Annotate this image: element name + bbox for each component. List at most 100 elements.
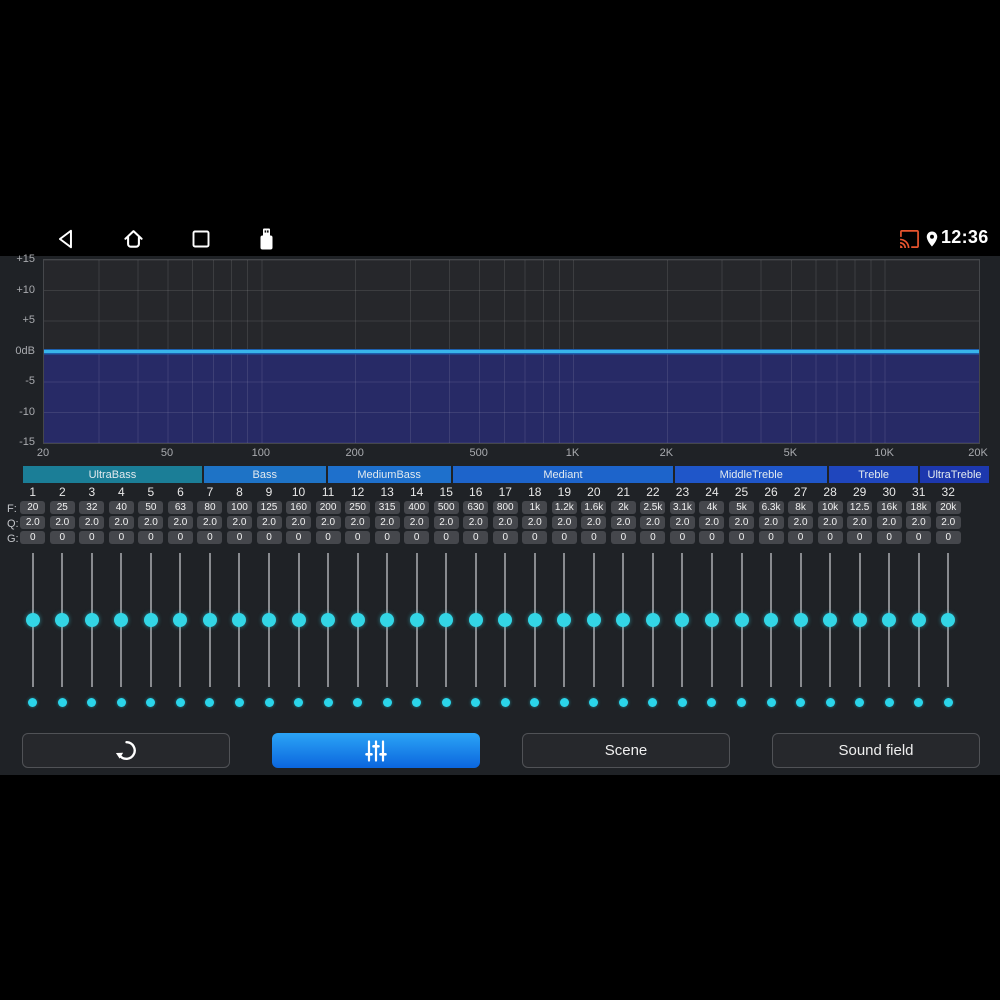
gain-value-box: 0 <box>138 531 164 544</box>
slider-knob[interactable] <box>25 613 40 627</box>
slider-knob[interactable] <box>527 613 542 627</box>
freq-value-box: 125 <box>256 501 282 514</box>
eq-gain-slider[interactable] <box>550 549 580 691</box>
eq-gain-slider[interactable] <box>402 549 432 691</box>
freq-value-box: 500 <box>433 501 459 514</box>
slider-knob[interactable] <box>941 613 956 627</box>
eq-gain-slider[interactable] <box>284 549 314 691</box>
recents-icon[interactable] <box>191 229 211 249</box>
slider-knob[interactable] <box>409 613 424 627</box>
q-value-box: 2.0 <box>669 516 695 529</box>
eq-gain-slider[interactable] <box>904 549 934 691</box>
slider-knob[interactable] <box>764 613 779 627</box>
scene-button[interactable]: Scene <box>522 733 730 768</box>
home-icon[interactable] <box>122 228 145 251</box>
channel-number: 2 <box>58 485 66 499</box>
eq-gain-slider[interactable] <box>933 549 963 691</box>
eq-gain-slider[interactable] <box>431 549 461 691</box>
slider-knob[interactable] <box>911 613 926 627</box>
slider-knob[interactable] <box>645 613 660 627</box>
slider-knob[interactable] <box>84 613 99 627</box>
eq-gain-slider[interactable] <box>786 549 816 691</box>
channel-number: 20 <box>587 485 601 499</box>
slider-knob[interactable] <box>704 613 719 627</box>
slider-knob[interactable] <box>380 613 395 627</box>
eq-gain-slider[interactable] <box>195 549 225 691</box>
slider-knob[interactable] <box>852 613 867 627</box>
eq-gain-slider[interactable] <box>166 549 196 691</box>
eq-gain-slider[interactable] <box>609 549 639 691</box>
slider-knob[interactable] <box>882 613 897 627</box>
reset-button[interactable] <box>22 733 230 768</box>
slider-knob[interactable] <box>734 613 749 627</box>
q-value-box: 2.0 <box>197 516 223 529</box>
channel-number: 7 <box>206 485 214 499</box>
slider-indicator-dot <box>382 698 392 707</box>
sound-field-button[interactable]: Sound field <box>772 733 980 768</box>
eq-gain-slider[interactable] <box>461 549 491 691</box>
eq-gain-slider[interactable] <box>727 549 757 691</box>
eq-gain-slider[interactable] <box>313 549 343 691</box>
eq-gain-slider[interactable] <box>638 549 668 691</box>
eq-gain-slider[interactable] <box>107 549 137 691</box>
slider-knob[interactable] <box>143 613 158 627</box>
slider-knob[interactable] <box>114 613 129 627</box>
slider-knob[interactable] <box>616 613 631 627</box>
channel-number: 9 <box>265 485 273 499</box>
freq-value-box: 400 <box>404 501 430 514</box>
freq-value-box: 50 <box>138 501 164 514</box>
slider-knob[interactable] <box>823 613 838 627</box>
slider-indicator-dot <box>146 698 156 707</box>
eq-gain-slider[interactable] <box>136 549 166 691</box>
freq-value-box: 10k <box>817 501 843 514</box>
slider-indicator-dot <box>500 698 510 707</box>
eq-gain-slider[interactable] <box>18 549 48 691</box>
eq-gain-slider[interactable] <box>756 549 786 691</box>
slider-indicator-dot <box>825 698 835 707</box>
eq-gain-slider[interactable] <box>845 549 875 691</box>
usb-icon[interactable] <box>259 227 274 251</box>
slider-knob[interactable] <box>321 613 336 627</box>
slider-knob[interactable] <box>232 613 247 627</box>
eq-gain-slider[interactable] <box>491 549 521 691</box>
eq-gain-slider[interactable] <box>48 549 78 691</box>
slider-knob[interactable] <box>173 613 188 627</box>
q-value-box: 2.0 <box>610 516 636 529</box>
eq-gain-slider[interactable] <box>254 549 284 691</box>
slider-knob[interactable] <box>586 613 601 627</box>
freq-value-box: 32 <box>79 501 105 514</box>
slider-knob[interactable] <box>350 613 365 627</box>
eq-gain-slider[interactable] <box>225 549 255 691</box>
back-icon[interactable] <box>55 228 77 250</box>
band-header: MiddleTreble <box>675 466 828 483</box>
slider-knob[interactable] <box>675 613 690 627</box>
channel-number: 4 <box>118 485 125 499</box>
slider-knob[interactable] <box>557 613 572 627</box>
slider-knob[interactable] <box>439 613 454 627</box>
slider-indicator-dots <box>18 697 963 709</box>
sound-field-button-label: Sound field <box>838 742 914 759</box>
slider-knob[interactable] <box>468 613 483 627</box>
slider-knob[interactable] <box>55 613 70 627</box>
eq-gain-slider[interactable] <box>372 549 402 691</box>
eq-gain-slider[interactable] <box>343 549 373 691</box>
eq-gain-slider[interactable] <box>579 549 609 691</box>
channel-number: 29 <box>852 485 867 499</box>
q-value-box: 2.0 <box>374 516 400 529</box>
frequency-axis-label: 20 <box>36 447 50 459</box>
slider-knob[interactable] <box>202 613 217 627</box>
slider-knob[interactable] <box>291 613 306 627</box>
slider-knob[interactable] <box>498 613 513 627</box>
eq-gain-slider[interactable] <box>697 549 727 691</box>
eq-gain-slider[interactable] <box>874 549 904 691</box>
eq-gain-slider[interactable] <box>520 549 550 691</box>
eq-gain-slider[interactable] <box>77 549 107 691</box>
eq-gain-slider[interactable] <box>815 549 845 691</box>
band-header: Treble <box>829 466 919 483</box>
q-value-box: 2.0 <box>876 516 902 529</box>
eq-gain-slider[interactable] <box>668 549 698 691</box>
db-axis-label: -15 <box>19 436 35 448</box>
equalizer-button[interactable] <box>272 733 480 768</box>
slider-knob[interactable] <box>793 613 808 627</box>
slider-knob[interactable] <box>262 613 277 627</box>
